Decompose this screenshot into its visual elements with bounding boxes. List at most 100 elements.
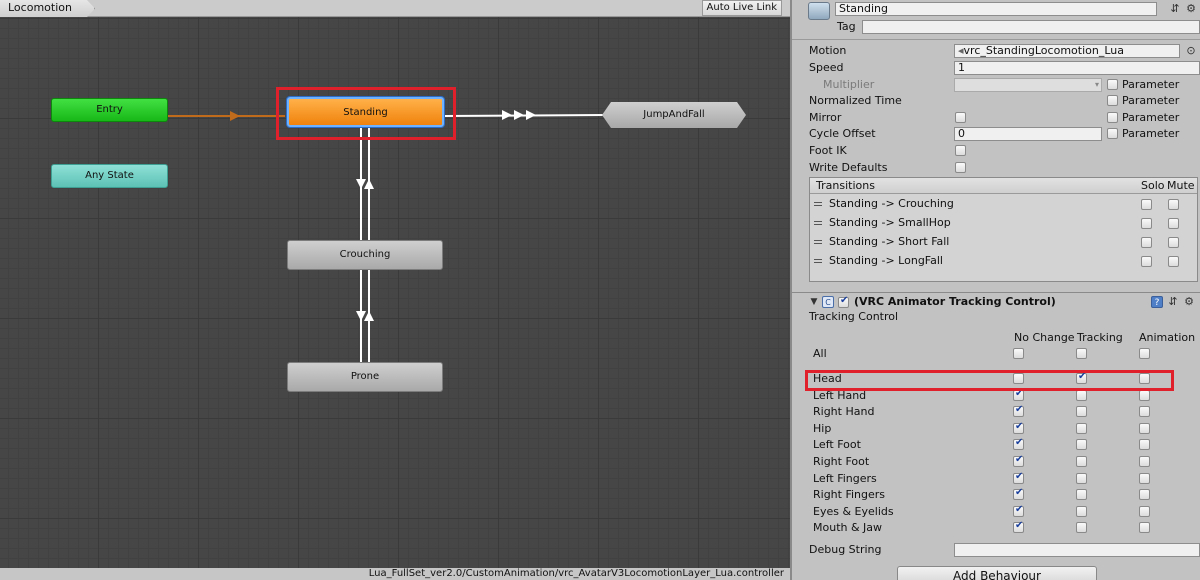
help-icon[interactable]: ? <box>1151 296 1163 308</box>
tracking-checkbox[interactable] <box>1076 522 1087 533</box>
foot-ik-checkbox[interactable] <box>955 145 966 156</box>
col-no-change: No Change <box>1014 331 1075 344</box>
solo-checkbox[interactable] <box>1141 256 1152 267</box>
cycle-offset-field[interactable]: 0 <box>954 127 1102 141</box>
tracking-checkbox[interactable] <box>1076 473 1087 484</box>
animation-checkbox[interactable] <box>1139 439 1150 450</box>
arrow-down-crouching <box>356 179 366 189</box>
gear-icon[interactable]: ⚙ <box>1185 3 1197 15</box>
state-node-prone[interactable]: Prone <box>287 362 443 392</box>
mute-checkbox[interactable] <box>1168 256 1179 267</box>
drag-handle-icon[interactable] <box>814 259 822 263</box>
state-name-field[interactable]: Standing <box>835 2 1157 16</box>
animation-checkbox[interactable] <box>1139 506 1150 517</box>
multiplier-parameter-checkbox[interactable] <box>1107 79 1118 90</box>
transition-row[interactable]: Standing -> Crouching <box>810 195 1197 214</box>
state-node-any-state[interactable]: Any State <box>51 164 168 188</box>
target-picker-icon[interactable]: ⊙ <box>1185 45 1197 57</box>
foot-ik-label: Foot IK <box>809 144 847 157</box>
layout-icon[interactable]: ⇵ <box>1167 296 1179 308</box>
animation-checkbox[interactable] <box>1139 473 1150 484</box>
no-change-checkbox[interactable] <box>1013 437 1024 450</box>
mirror-parameter-label: Parameter <box>1122 111 1180 124</box>
write-defaults-checkbox[interactable] <box>955 162 966 173</box>
foldout-arrow-icon[interactable]: ▼ <box>808 296 820 308</box>
layout-icon[interactable]: ⇵ <box>1169 3 1181 15</box>
motion-label: Motion <box>809 44 847 57</box>
tracking-checkbox[interactable] <box>1076 489 1087 500</box>
animator-graph[interactable]: Locomotion Auto Live Link Entry Any Stat… <box>0 0 790 580</box>
animation-checkbox[interactable] <box>1139 489 1150 500</box>
no-change-checkbox[interactable] <box>1013 504 1024 517</box>
transition-row[interactable]: Standing -> Short Fall <box>810 233 1197 252</box>
drag-handle-icon[interactable] <box>814 202 822 206</box>
transition-label: Standing -> Crouching <box>829 197 954 210</box>
tracking-checkbox[interactable] <box>1076 423 1087 434</box>
component-enabled-checkbox[interactable] <box>838 295 849 308</box>
no-change-checkbox[interactable] <box>1013 348 1024 359</box>
drag-handle-icon[interactable] <box>814 221 822 225</box>
col-tracking: Tracking <box>1077 331 1123 344</box>
solo-checkbox[interactable] <box>1141 237 1152 248</box>
no-change-checkbox[interactable] <box>1013 421 1024 434</box>
tracking-row-label: Right Foot <box>813 455 870 468</box>
tracking-checkbox[interactable] <box>1076 439 1087 450</box>
solo-column-label: Solo <box>1141 179 1165 192</box>
arrow-up-crouching <box>364 311 374 321</box>
normalized-time-label: Normalized Time <box>809 94 902 107</box>
arrow-up-standing <box>364 179 374 189</box>
animation-checkbox[interactable] <box>1139 522 1150 533</box>
transition-label: Standing -> SmallHop <box>829 216 951 229</box>
drag-handle-icon[interactable] <box>814 240 822 244</box>
tracking-checkbox[interactable] <box>1076 406 1087 417</box>
normalized-time-parameter-checkbox[interactable] <box>1107 95 1118 106</box>
state-node-crouching[interactable]: Crouching <box>287 240 443 270</box>
mirror-parameter-checkbox[interactable] <box>1107 112 1118 123</box>
tracking-row-label: Left Hand <box>813 389 867 402</box>
animation-checkbox[interactable] <box>1139 348 1150 359</box>
tracking-checkbox[interactable] <box>1076 456 1087 467</box>
mirror-label: Mirror <box>809 111 842 124</box>
tracking-checkbox[interactable] <box>1076 506 1087 517</box>
no-change-checkbox[interactable] <box>1013 520 1024 533</box>
tracking-checkbox[interactable] <box>1076 390 1087 401</box>
animation-checkbox[interactable] <box>1139 406 1150 417</box>
animation-checkbox[interactable] <box>1139 423 1150 434</box>
solo-checkbox[interactable] <box>1141 218 1152 229</box>
speed-field[interactable]: 1 <box>954 61 1200 75</box>
motion-field[interactable]: ◂vrc_StandingLocomotion_Lua <box>954 44 1180 58</box>
component-header: ▼ C (VRC Animator Tracking Control) ? ⇵ … <box>792 292 1200 310</box>
chevron-down-icon: ▾ <box>1094 80 1099 89</box>
state-machine-node-jumpandfall[interactable]: JumpAndFall <box>602 102 746 128</box>
mute-checkbox[interactable] <box>1168 218 1179 229</box>
animation-checkbox[interactable] <box>1139 456 1150 467</box>
tag-label: Tag <box>837 20 856 33</box>
transition-standing-jumpandfall[interactable] <box>444 114 605 117</box>
no-change-checkbox[interactable] <box>1013 404 1024 417</box>
mute-checkbox[interactable] <box>1168 199 1179 210</box>
no-change-checkbox[interactable] <box>1013 487 1024 500</box>
add-behaviour-button[interactable]: Add Behaviour <box>897 566 1097 580</box>
transition-row[interactable]: Standing -> LongFall <box>810 252 1197 271</box>
cycle-offset-parameter-checkbox[interactable] <box>1107 128 1118 139</box>
transitions-list: Transitions Solo Mute Standing -> Crouch… <box>809 177 1198 273</box>
tracking-checkbox[interactable] <box>1076 348 1087 359</box>
transition-label: Standing -> Short Fall <box>829 235 950 248</box>
multiplier-label: Multiplier <box>823 78 875 91</box>
multiplier-dropdown[interactable]: ▾ <box>954 78 1102 92</box>
gear-icon[interactable]: ⚙ <box>1183 296 1195 308</box>
mute-checkbox[interactable] <box>1168 237 1179 248</box>
solo-checkbox[interactable] <box>1141 199 1152 210</box>
debug-string-field[interactable] <box>954 543 1200 557</box>
no-change-checkbox[interactable] <box>1013 471 1024 484</box>
state-node-entry[interactable]: Entry <box>51 98 168 122</box>
tag-field[interactable] <box>862 20 1200 34</box>
head-row-highlight-box <box>805 370 1174 391</box>
animation-checkbox[interactable] <box>1139 390 1150 401</box>
no-change-checkbox[interactable] <box>1013 388 1024 401</box>
cycle-offset-label: Cycle Offset <box>809 127 876 140</box>
transition-row[interactable]: Standing -> SmallHop <box>810 214 1197 233</box>
mirror-checkbox[interactable] <box>955 112 966 123</box>
no-change-checkbox[interactable] <box>1013 454 1024 467</box>
transitions-header: Transitions Solo Mute <box>810 178 1197 194</box>
